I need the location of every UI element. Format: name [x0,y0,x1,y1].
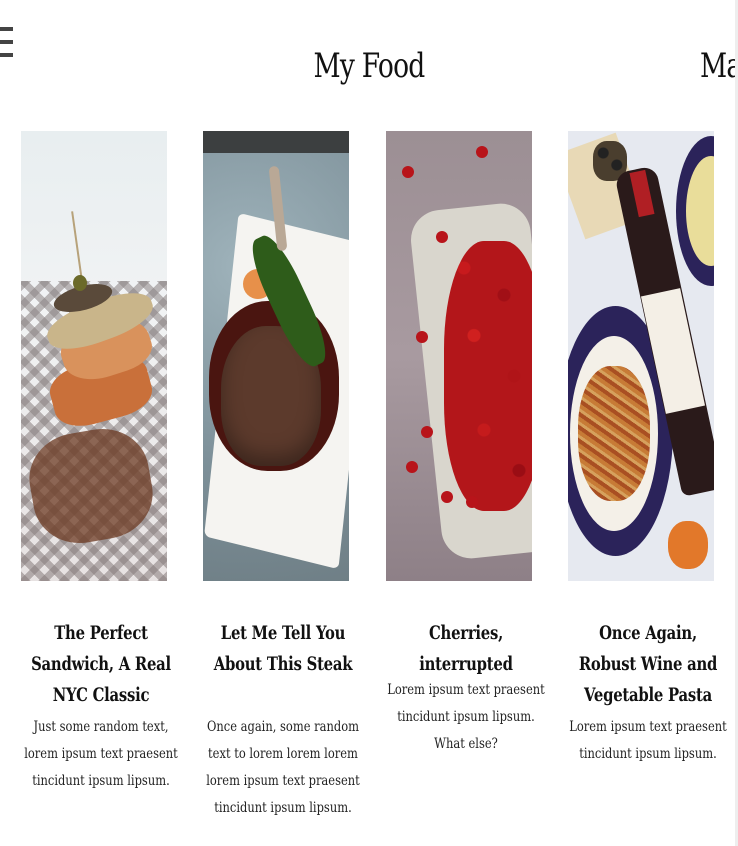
card-title[interactable]: Cherries, interrupted [388,618,544,680]
menu-bar [0,40,13,44]
wine-pasta-photo[interactable] [568,131,714,581]
food-card: Let Me Tell You About This Steak Once ag… [203,131,363,816]
card-title[interactable]: Once Again, Robust Wine and Vegetable Pa… [570,618,726,711]
hamburger-menu-icon[interactable] [0,27,14,63]
card-text: Lorem ipsum text praesent tincidunt ipsu… [569,719,727,762]
food-card: Cherries, interrupted Lorem ipsum text p… [386,131,546,752]
card-text: Just some random text, lorem ipsum text … [24,719,178,789]
card-caption: The Perfect Sandwich, A Real NYC Classic… [1,618,201,795]
site-title: My Food [313,46,426,86]
steak-photo[interactable] [203,131,349,581]
card-caption: Cherries, interrupted Lorem ipsum text p… [366,618,566,758]
sandwich-photo[interactable] [21,131,167,581]
food-card: The Perfect Sandwich, A Real NYC Classic… [21,131,181,789]
menu-bar [0,27,13,31]
card-caption: Let Me Tell You About This Steak Once ag… [183,618,383,822]
nav-link-mail[interactable]: Mail [700,46,738,86]
card-title[interactable]: The Perfect Sandwich, A Real NYC Classic [23,618,179,711]
food-card: Once Again, Robust Wine and Vegetable Pa… [568,131,728,762]
card-text: Lorem ipsum text praesent tincidunt ipsu… [387,682,545,752]
cherries-photo[interactable] [386,131,532,581]
card-text: Once again, some random text to lorem lo… [206,719,360,816]
card-caption: Once Again, Robust Wine and Vegetable Pa… [548,618,738,768]
card-title[interactable]: Let Me Tell You About This Steak [205,618,361,680]
menu-bar [0,53,13,57]
